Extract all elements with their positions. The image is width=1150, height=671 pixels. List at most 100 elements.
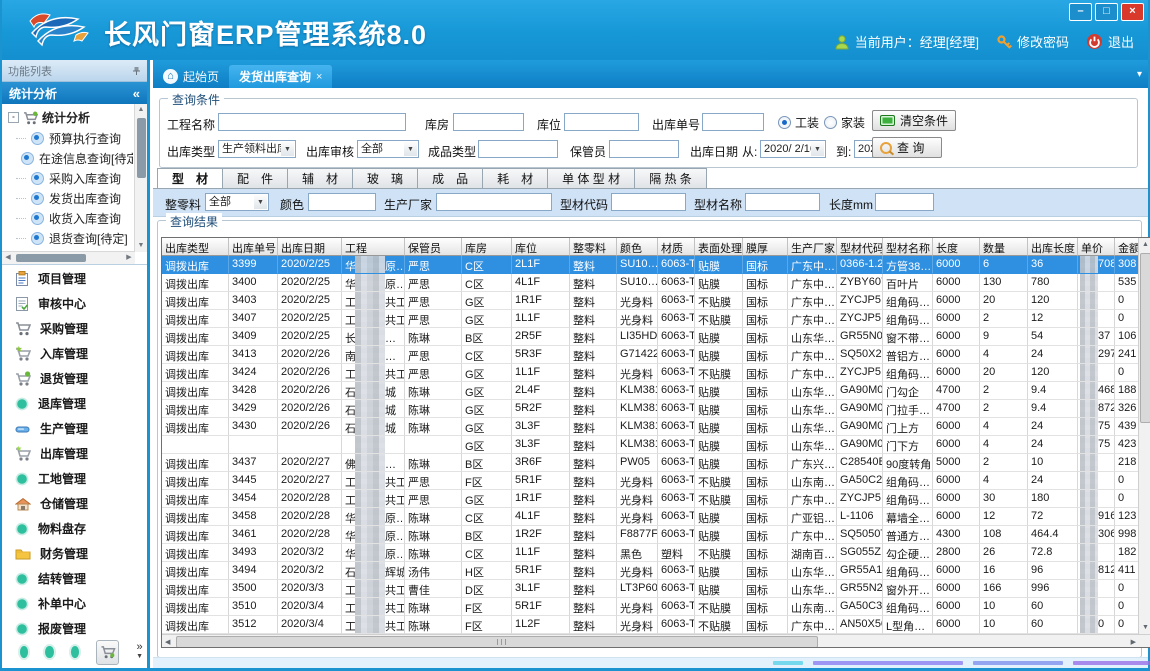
product-type-input[interactable]: [478, 140, 558, 158]
keeper-input[interactable]: [609, 140, 679, 158]
sidebar-menu-item[interactable]: 物料盘存: [2, 516, 147, 541]
material-tab[interactable]: 配 件: [223, 168, 288, 190]
column-header[interactable]: 长度: [933, 238, 980, 256]
search-button[interactable]: 查 询: [872, 137, 942, 158]
tree-item[interactable]: 收货入库查询: [16, 208, 133, 228]
column-header[interactable]: 保管员: [405, 238, 462, 256]
color-input[interactable]: [308, 193, 376, 211]
column-header[interactable]: 膜厚: [743, 238, 788, 256]
table-row[interactable]: 调拨出库34612020/2/28华原…陈琳B区1R2F整料F8877FT606…: [162, 526, 1150, 544]
pin-icon[interactable]: [132, 66, 141, 76]
outbound-no-input[interactable]: [702, 113, 764, 131]
table-row[interactable]: 调拨出库34282020/2/26石城陈琳G区2L4F整料KLM38176063…: [162, 382, 1150, 400]
tree-item[interactable]: 在途信息查询[待定]: [16, 148, 133, 168]
column-header[interactable]: 数量: [980, 238, 1028, 256]
module-dot-icon[interactable]: [20, 646, 28, 658]
clear-conditions-button[interactable]: 清空条件: [872, 110, 956, 131]
module-dot-icon[interactable]: [45, 646, 53, 658]
table-row[interactable]: G区3L3F整料KLM38176063-T5贴膜国标山东华…GA90M09.门下…: [162, 436, 1150, 454]
radio-industrial[interactable]: 工装: [778, 114, 819, 131]
location-input[interactable]: [564, 113, 639, 131]
table-row[interactable]: 调拨出库34072020/2/25工共工程严思G区1L1F整料光身料6063-T…: [162, 310, 1150, 328]
table-row[interactable]: 调拨出库34582020/2/28华原…陈琳C区4L1F整料光身料6063-T5…: [162, 508, 1150, 526]
table-row[interactable]: 调拨出库33992020/2/25华原…严思C区2L1F整料SU10…6063-…: [162, 256, 1150, 274]
table-row[interactable]: 调拨出库34092020/2/25长…陈琳B区2R5F整料LI35HD6063-…: [162, 328, 1150, 346]
date-from-select[interactable]: 2020/ 2/16▼: [760, 140, 826, 158]
column-header[interactable]: 出库单号: [229, 238, 278, 256]
tree-root[interactable]: - 统计分析: [8, 109, 90, 126]
project-name-input[interactable]: [218, 113, 406, 131]
column-header[interactable]: 生产厂家: [788, 238, 837, 256]
sidebar-menu-item[interactable]: 退库管理: [2, 391, 147, 416]
tabbar-overflow-icon[interactable]: ▾: [1137, 69, 1148, 80]
module-dot-icon[interactable]: [71, 646, 79, 658]
chevrons-left-icon[interactable]: «: [133, 86, 140, 101]
tree-vertical-scrollbar[interactable]: ▲ ▼: [134, 104, 147, 252]
table-row[interactable]: 调拨出库34132020/2/26南…严思C区5R3F整料G714226063-…: [162, 346, 1150, 364]
column-header[interactable]: 工程: [342, 238, 405, 256]
column-header[interactable]: 整零料: [570, 238, 617, 256]
table-row[interactable]: 调拨出库34242020/2/26工共工程严思G区1L1F整料光身料6063-T…: [162, 364, 1150, 382]
material-tab[interactable]: 型 材: [157, 168, 223, 190]
tree-horizontal-scrollbar[interactable]: ◀ ▶: [2, 251, 135, 264]
sidebar-menu-item[interactable]: 退货管理: [2, 366, 147, 391]
material-tab[interactable]: 单 体 型 材: [548, 168, 635, 190]
grid-vertical-scrollbar[interactable]: ▲ ▼: [1138, 238, 1150, 634]
column-header[interactable]: 库位: [512, 238, 570, 256]
column-header[interactable]: 出库日期: [278, 238, 342, 256]
tab-home[interactable]: ⌂ 起始页: [153, 65, 229, 88]
material-tab[interactable]: 辅 材: [288, 168, 353, 190]
sidebar-menu-item[interactable]: 报废管理: [2, 616, 147, 641]
material-tab[interactable]: 耗 材: [483, 168, 548, 190]
tab-shipment-outbound-query[interactable]: 发货出库查询 ×: [229, 65, 332, 88]
table-row[interactable]: 调拨出库34292020/2/26石城陈琳G区5R2F整料KLM38176063…: [162, 400, 1150, 418]
radio-home-decor[interactable]: 家装: [824, 114, 865, 131]
table-row[interactable]: 调拨出库34932020/3/2华原…陈琳C区1L1F整料黑色塑料不贴膜国标湖南…: [162, 544, 1150, 562]
column-header[interactable]: 型材名称: [883, 238, 933, 256]
table-row[interactable]: 调拨出库34302020/2/26石城陈琳G区3L3F整料KLM38176063…: [162, 418, 1150, 436]
cart-module-button[interactable]: [96, 640, 119, 665]
column-header[interactable]: 库房: [462, 238, 512, 256]
sidebar-menu-item[interactable]: 仓储管理: [2, 491, 147, 516]
sidebar-menu-item[interactable]: 项目管理: [2, 266, 147, 291]
profile-name-input[interactable]: [745, 193, 820, 211]
column-header[interactable]: 金额: [1115, 238, 1139, 256]
table-row[interactable]: 调拨出库35102020/3/4工共工程陈琳F区5R1F整料光身料6063-T5…: [162, 598, 1150, 616]
sidebar-menu-item[interactable]: 采购管理: [2, 316, 147, 341]
close-button[interactable]: ×: [1121, 3, 1144, 21]
column-header[interactable]: 颜色: [617, 238, 658, 256]
sidebar-section-header[interactable]: 统计分析 «: [2, 82, 147, 104]
sidebar-menu-item[interactable]: 审核中心: [2, 291, 147, 316]
audit-select[interactable]: 全部▼: [357, 140, 419, 158]
sidebar-menu-item[interactable]: 入库管理: [2, 341, 147, 366]
sidebar-menu-item[interactable]: 生产管理: [2, 416, 147, 441]
table-row[interactable]: 调拨出库34032020/2/25工共工程严思G区1R1F整料光身料6063-T…: [162, 292, 1150, 310]
column-header[interactable]: 表面处理: [695, 238, 743, 256]
outbound-type-select[interactable]: 生产领料出库▼: [218, 140, 296, 158]
column-header[interactable]: 单价: [1078, 238, 1115, 256]
material-tab[interactable]: 成 品: [418, 168, 483, 190]
column-header[interactable]: 材质: [658, 238, 695, 256]
table-row[interactable]: 调拨出库34452020/2/27工共工程严思F区5R1F整料光身料6063-T…: [162, 472, 1150, 490]
tab-close-icon[interactable]: ×: [316, 71, 322, 83]
table-row[interactable]: 调拨出库34002020/2/25华原…严思C区4L1F整料SU10…6063-…: [162, 274, 1150, 292]
maximize-button[interactable]: □: [1095, 3, 1118, 21]
material-tab[interactable]: 隔 热 条: [635, 168, 707, 190]
length-input[interactable]: [875, 193, 934, 211]
tree-item[interactable]: 退货查询[待定]: [16, 228, 133, 248]
sidebar-menu-item[interactable]: 结转管理: [2, 566, 147, 591]
sidebar-overflow-button[interactable]: »▼: [136, 643, 143, 661]
column-header[interactable]: 出库长度: [1028, 238, 1078, 256]
table-row[interactable]: 调拨出库34942020/3/2石辉城汤伟H区5R1F整料光身料6063-T5贴…: [162, 562, 1150, 580]
grid-horizontal-scrollbar[interactable]: ◀ ▶: [162, 634, 1150, 648]
table-row[interactable]: 调拨出库34372020/2/27佛…陈琳B区3R6F整料PW056063-T5…: [162, 454, 1150, 472]
whole-piece-select[interactable]: 全部▼: [205, 193, 269, 211]
tree-item[interactable]: 采购入库查询: [16, 168, 133, 188]
warehouse-input[interactable]: [453, 113, 524, 131]
minimize-button[interactable]: –: [1069, 3, 1092, 21]
material-tab[interactable]: 玻 璃: [353, 168, 418, 190]
table-row[interactable]: 调拨出库35002020/3/3工共工程曹佳D区3L1F整料LT3P606063…: [162, 580, 1150, 598]
sidebar-menu-item[interactable]: 出库管理: [2, 441, 147, 466]
column-header[interactable]: 型材代码: [837, 238, 883, 256]
table-row[interactable]: 调拨出库35122020/3/4工共工程陈琳F区1L2F整料光身料6063-T5…: [162, 616, 1150, 634]
